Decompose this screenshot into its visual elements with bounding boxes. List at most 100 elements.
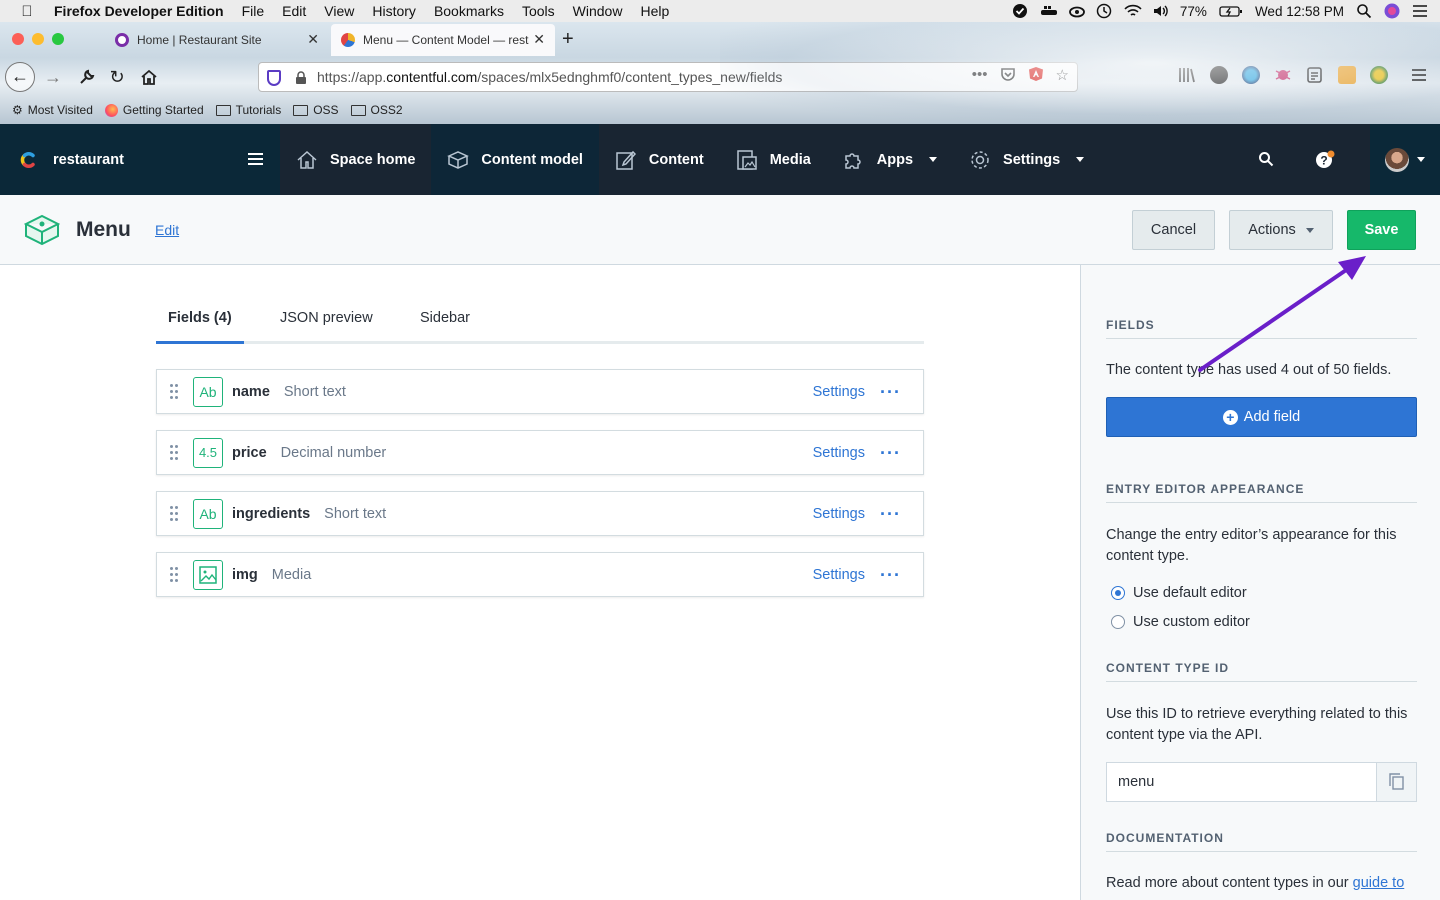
browser-tab-menu[interactable]: Menu — Content Model — resta ✕ bbox=[331, 24, 555, 56]
menu-bookmarks[interactable]: Bookmarks bbox=[425, 3, 513, 19]
open-menu-icon[interactable] bbox=[1410, 66, 1428, 84]
more-options-icon[interactable]: ··· bbox=[880, 504, 901, 525]
drag-handle-icon[interactable] bbox=[170, 384, 178, 399]
apple-menu-icon[interactable]:  bbox=[0, 3, 54, 20]
extension-globe-icon[interactable] bbox=[1242, 66, 1260, 84]
cancel-button[interactable]: Cancel bbox=[1132, 210, 1215, 250]
browser-tab-home[interactable]: Home | Restaurant Site ✕ bbox=[105, 24, 329, 56]
window-minimize-button[interactable] bbox=[32, 33, 44, 45]
status-check-icon[interactable] bbox=[1012, 3, 1028, 19]
more-options-icon[interactable]: ··· bbox=[880, 382, 901, 403]
nav-content-model[interactable]: Content model bbox=[431, 124, 599, 195]
save-button[interactable]: Save bbox=[1347, 210, 1416, 250]
field-row-img[interactable]: img Media Settings ··· bbox=[156, 552, 924, 597]
forward-button[interactable]: → bbox=[38, 62, 68, 92]
drag-handle-icon[interactable] bbox=[170, 567, 178, 582]
extension-bug-icon[interactable] bbox=[1274, 66, 1292, 84]
drag-handle-icon[interactable] bbox=[170, 445, 178, 460]
menu-edit[interactable]: Edit bbox=[273, 3, 315, 19]
notification-center-icon[interactable] bbox=[1412, 3, 1428, 19]
nav-content[interactable]: Content bbox=[599, 124, 720, 195]
bookmark-star-icon[interactable]: ☆ bbox=[1056, 66, 1069, 86]
app-menu[interactable]: Firefox Developer Edition bbox=[54, 3, 233, 19]
extension-two-icon[interactable] bbox=[1210, 66, 1228, 84]
hamburger-menu-icon[interactable] bbox=[248, 153, 263, 168]
window-close-button[interactable] bbox=[12, 33, 24, 45]
bookmark-tutorials[interactable]: Tutorials bbox=[215, 103, 281, 117]
pocket-icon[interactable] bbox=[1000, 66, 1016, 86]
radio-custom-editor[interactable]: Use custom editor bbox=[1111, 614, 1250, 630]
space-switcher[interactable]: restaurant bbox=[0, 124, 280, 195]
nav-label: Space home bbox=[330, 151, 416, 168]
cloud-icon[interactable] bbox=[1068, 3, 1085, 19]
nav-space-home[interactable]: Space home bbox=[280, 124, 431, 195]
menu-view[interactable]: View bbox=[315, 3, 363, 19]
search-icon[interactable] bbox=[1258, 151, 1274, 172]
clock[interactable]: Wed 12:58 PM bbox=[1255, 4, 1344, 19]
extension-map-icon[interactable] bbox=[1370, 66, 1388, 84]
more-options-icon[interactable]: ··· bbox=[880, 443, 901, 464]
nav-media[interactable]: Media bbox=[720, 124, 827, 195]
account-menu[interactable] bbox=[1370, 124, 1440, 195]
tab-fields[interactable]: Fields (4) bbox=[168, 310, 232, 326]
edit-name-link[interactable]: Edit bbox=[155, 222, 179, 238]
wrench-icon[interactable] bbox=[72, 62, 102, 92]
bookmark-most-visited[interactable]: ⚙ Most Visited bbox=[12, 103, 93, 117]
spotlight-search-icon[interactable] bbox=[1356, 3, 1372, 19]
url-text[interactable]: https://app.contentful.com/spaces/mlx5ed… bbox=[317, 69, 782, 85]
radio-selected-icon[interactable] bbox=[1111, 586, 1125, 600]
lock-icon[interactable] bbox=[295, 71, 307, 84]
field-type: Decimal number bbox=[280, 444, 387, 461]
window-zoom-button[interactable] bbox=[52, 33, 64, 45]
nav-apps[interactable]: Apps bbox=[827, 124, 953, 195]
menu-window[interactable]: Window bbox=[564, 3, 632, 19]
menu-tools[interactable]: Tools bbox=[513, 3, 564, 19]
drag-handle-icon[interactable] bbox=[170, 506, 178, 521]
field-row-price[interactable]: 4.5 price Decimal number Settings ··· bbox=[156, 430, 924, 475]
bookmark-oss2[interactable]: OSS2 bbox=[350, 103, 403, 117]
siri-icon[interactable] bbox=[1384, 3, 1400, 19]
bookmark-oss[interactable]: OSS bbox=[293, 103, 339, 117]
content-type-id-field[interactable]: menu bbox=[1106, 762, 1417, 802]
url-bar[interactable]: https://app.contentful.com/spaces/mlx5ed… bbox=[258, 62, 1078, 92]
tab-close-icon[interactable]: ✕ bbox=[533, 31, 545, 48]
battery-icon[interactable] bbox=[1219, 3, 1243, 19]
field-row-name[interactable]: Ab name Short text Settings ··· bbox=[156, 369, 924, 414]
menu-file[interactable]: File bbox=[233, 3, 274, 19]
help-icon[interactable]: ? bbox=[1315, 150, 1335, 175]
menu-help[interactable]: Help bbox=[631, 3, 678, 19]
tab-json-preview[interactable]: JSON preview bbox=[280, 310, 373, 326]
nav-settings[interactable]: Settings bbox=[953, 124, 1100, 195]
content-type-id-value[interactable]: menu bbox=[1118, 774, 1154, 790]
new-tab-icon[interactable]: + bbox=[562, 28, 574, 51]
extension-notes-icon[interactable] bbox=[1306, 66, 1324, 84]
wifi-icon[interactable] bbox=[1124, 3, 1142, 19]
field-settings-link[interactable]: Settings bbox=[813, 445, 865, 461]
home-button[interactable] bbox=[134, 62, 164, 92]
field-row-ingredients[interactable]: Ab ingredients Short text Settings ··· bbox=[156, 491, 924, 536]
library-icon[interactable] bbox=[1178, 66, 1196, 84]
guide-link[interactable]: guide to bbox=[1353, 875, 1405, 891]
page-actions-icon[interactable]: ••• bbox=[972, 66, 988, 86]
field-settings-link[interactable]: Settings bbox=[813, 384, 865, 400]
menu-history[interactable]: History bbox=[363, 3, 425, 19]
angular-devtools-icon[interactable] bbox=[1028, 66, 1044, 86]
tab-close-icon[interactable]: ✕ bbox=[307, 31, 319, 48]
docker-icon[interactable] bbox=[1040, 3, 1057, 19]
actions-dropdown[interactable]: Actions bbox=[1229, 210, 1333, 250]
radio-unselected-icon[interactable] bbox=[1111, 615, 1125, 629]
tracking-protection-icon[interactable] bbox=[267, 70, 281, 86]
field-settings-link[interactable]: Settings bbox=[813, 567, 865, 583]
add-field-button[interactable]: + Add field bbox=[1106, 397, 1417, 437]
volume-icon[interactable] bbox=[1152, 3, 1168, 19]
tab-sidebar[interactable]: Sidebar bbox=[420, 310, 470, 326]
more-options-icon[interactable]: ··· bbox=[880, 565, 901, 586]
radio-default-editor[interactable]: Use default editor bbox=[1111, 585, 1247, 601]
field-settings-link[interactable]: Settings bbox=[813, 506, 865, 522]
back-button[interactable]: ← bbox=[5, 62, 35, 92]
reload-button[interactable]: ↻ bbox=[102, 62, 132, 92]
extension-orange-icon[interactable] bbox=[1338, 66, 1356, 84]
copy-icon[interactable] bbox=[1376, 763, 1416, 801]
bookmark-getting-started[interactable]: Getting Started bbox=[104, 103, 204, 117]
time-machine-icon[interactable] bbox=[1096, 3, 1112, 19]
